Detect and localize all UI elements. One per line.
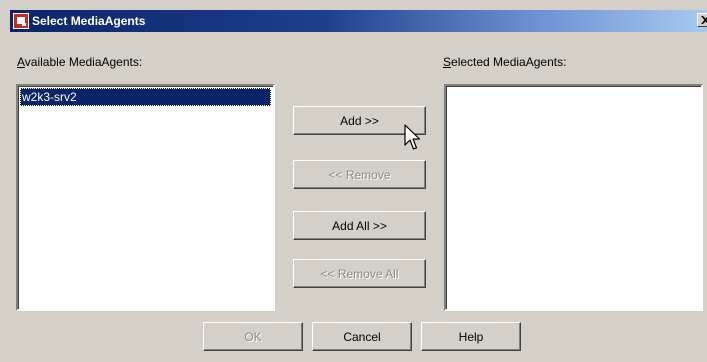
remove-button[interactable]: << Remove: [293, 160, 426, 189]
close-icon: [698, 16, 707, 24]
help-button[interactable]: Help: [421, 322, 521, 351]
add-all-button[interactable]: Add All >>: [293, 211, 426, 240]
available-mediaagents-label: Available MediaAgents:: [17, 55, 143, 69]
selected-mediaagents-label: Selected MediaAgents:: [443, 55, 567, 69]
title-bar: Select MediaAgents: [10, 10, 707, 32]
window-title: Select MediaAgents: [32, 14, 146, 28]
list-item[interactable]: w2k3-srv2: [20, 88, 271, 106]
ok-button[interactable]: OK: [203, 322, 303, 351]
app-logo-icon: [13, 13, 29, 29]
cancel-button[interactable]: Cancel: [312, 322, 412, 351]
available-mediaagents-list[interactable]: w2k3-srv2: [16, 84, 275, 311]
remove-all-button[interactable]: << Remove All: [293, 259, 426, 288]
close-button[interactable]: [697, 13, 707, 27]
selected-mediaagents-list[interactable]: [444, 84, 703, 311]
mouse-pointer-icon: [404, 124, 422, 152]
